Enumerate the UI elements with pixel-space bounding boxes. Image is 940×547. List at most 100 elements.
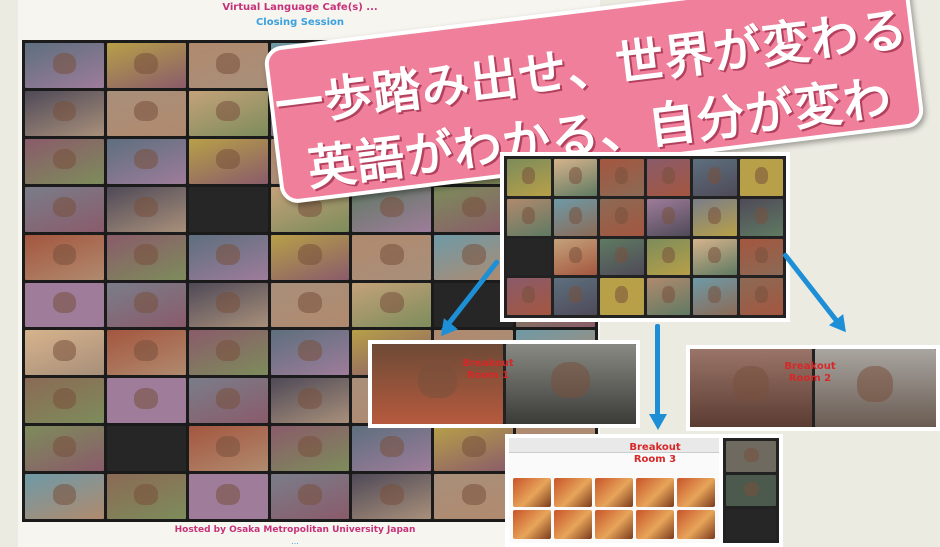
gallery-participant-tile: [25, 43, 104, 88]
food-photo: [677, 510, 715, 539]
gallery-participant-tile: [434, 474, 514, 519]
overview-participant-tile: [739, 198, 783, 236]
host-credit-secondary: ...: [291, 537, 299, 546]
gallery-participant-tile: [270, 378, 350, 424]
gallery-participant-tile: [106, 474, 186, 519]
overview-participant-tile: [600, 198, 644, 236]
gallery-participant-tile: [188, 186, 268, 232]
overview-participant-tile: [553, 278, 597, 315]
gallery-participant-tile: [270, 282, 350, 328]
gallery-participant-tile: [352, 426, 432, 472]
arrowhead-room-3: [649, 414, 667, 430]
gallery-participant-tile: [434, 426, 514, 472]
overview-participant-tile: [507, 238, 551, 276]
arrow-to-room-2: [782, 252, 843, 328]
gallery-participant-tile: [106, 186, 186, 232]
gallery-participant-tile: [270, 426, 350, 472]
food-photo: [595, 478, 633, 507]
breakout-room-1: Breakout Room 1: [368, 340, 640, 428]
food-photo: [513, 510, 551, 539]
shared-webpage: [509, 438, 719, 543]
overview-participant-tile: [739, 159, 783, 196]
overview-participant-tile: [646, 278, 690, 315]
food-photo: [595, 510, 633, 539]
overview-participant-tile: [507, 159, 551, 196]
overview-participant-tile: [600, 238, 644, 276]
gallery-participant-tile: [106, 43, 186, 88]
breakout-overview-screenshot: [500, 152, 790, 322]
gallery-participant-tile: [25, 234, 104, 280]
gallery-participant-tile: [106, 138, 186, 184]
room-3-participant-b: [726, 475, 776, 506]
overview-participant-tile: [693, 198, 737, 236]
overview-participant-tile: [693, 278, 737, 315]
gallery-participant-tile: [106, 234, 186, 280]
breakout-overview-grid: [504, 156, 786, 318]
room-1-participant-a: [372, 344, 503, 424]
gallery-participant-tile: [188, 43, 268, 88]
gallery-participant-tile: [106, 378, 186, 424]
gallery-participant-tile: [352, 474, 432, 519]
overview-participant-tile: [553, 159, 597, 196]
gallery-participant-tile: [25, 378, 104, 424]
gallery-participant-tile: [188, 378, 268, 424]
overview-participant-tile: [553, 198, 597, 236]
food-photo: [636, 478, 674, 507]
overview-participant-tile: [646, 159, 690, 196]
overview-participant-tile: [600, 278, 644, 315]
gallery-participant-tile: [25, 282, 104, 328]
food-photo: [677, 478, 715, 507]
gallery-participant-tile: [25, 426, 104, 472]
room-3-participants: [723, 438, 779, 543]
overview-participant-tile: [507, 198, 551, 236]
food-photo: [636, 510, 674, 539]
gallery-participant-tile: [188, 426, 268, 472]
food-photo: [554, 478, 592, 507]
gallery-participant-tile: [188, 474, 268, 519]
host-credit: Hosted by Osaka Metropolitan University …: [174, 525, 416, 535]
overview-participant-tile: [600, 159, 644, 196]
gallery-participant-tile: [188, 234, 268, 280]
gallery-participant-tile: [106, 426, 186, 472]
gallery-participant-tile: [25, 90, 104, 136]
breakout-room-2: Breakout Room 2: [686, 345, 940, 431]
overview-participant-tile: [739, 278, 783, 315]
session-subtitle: Closing Session: [255, 17, 345, 28]
room-3-label: Breakout Room 3: [629, 442, 681, 465]
overview-participant-tile: [646, 238, 690, 276]
gallery-participant-tile: [270, 330, 350, 376]
session-title: Virtual Language Cafe(s) ...: [222, 2, 378, 13]
room-1-label: Breakout Room 1: [462, 358, 514, 381]
overview-participant-tile: [693, 159, 737, 196]
overview-participant-tile: [646, 198, 690, 236]
gallery-participant-tile: [188, 330, 268, 376]
gallery-participant-tile: [25, 474, 104, 519]
gallery-participant-tile: [25, 330, 104, 376]
breakout-room-3: Breakout Room 3: [505, 434, 783, 547]
food-image-grid: [513, 478, 715, 539]
overview-participant-tile: [739, 238, 783, 276]
gallery-participant-tile: [106, 330, 186, 376]
overview-participant-tile: [507, 278, 551, 315]
gallery-participant-tile: [106, 282, 186, 328]
room-2-label: Breakout Room 2: [784, 361, 836, 384]
food-photo: [513, 478, 551, 507]
food-photo: [554, 510, 592, 539]
room-3-participant-a: [726, 441, 776, 472]
gallery-participant-tile: [25, 186, 104, 232]
gallery-participant-tile: [106, 90, 186, 136]
gallery-participant-tile: [270, 474, 350, 519]
room-3-participant-c: [726, 509, 776, 540]
gallery-participant-tile: [188, 90, 268, 136]
room-1-video: [372, 344, 636, 424]
browser-bar: [509, 438, 719, 453]
gallery-participant-tile: [188, 138, 268, 184]
arrow-to-room-3: [655, 324, 660, 416]
gallery-participant-tile: [352, 282, 432, 328]
gallery-participant-tile: [188, 282, 268, 328]
overview-participant-tile: [553, 238, 597, 276]
gallery-participant-tile: [25, 138, 104, 184]
overview-participant-tile: [693, 238, 737, 276]
poster-image: Virtual Language Cafe(s) ... Closing Ses…: [0, 0, 940, 547]
room-1-participant-b: [505, 344, 636, 424]
